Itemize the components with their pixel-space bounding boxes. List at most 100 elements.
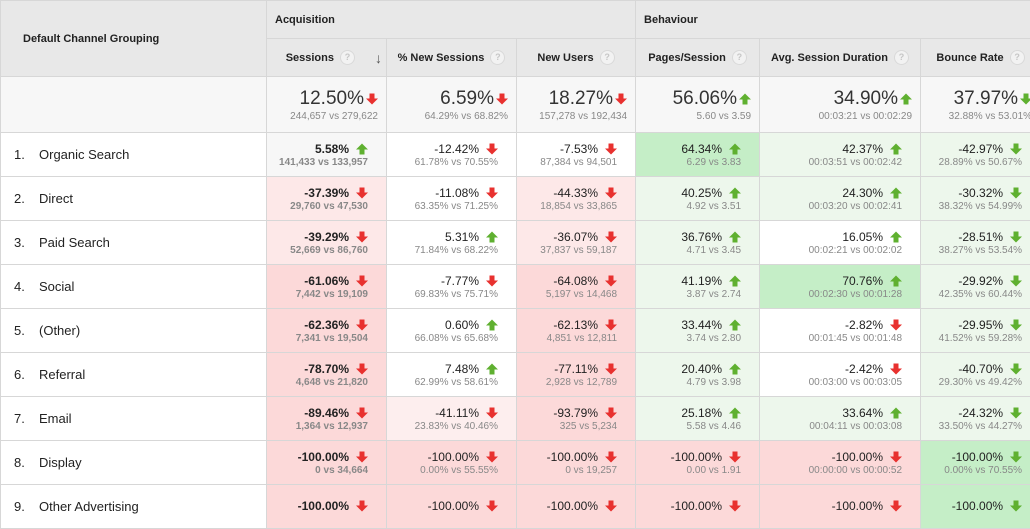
change-value: -29.95% [958,318,1003,332]
row-index: 9. [14,499,39,514]
metric-header-bounce-rate[interactable]: Bounce Rate ? [921,39,1030,77]
total-comparison: 00:03:21 vs 00:02:29 [760,111,912,122]
comparison-value: 37,837 vs 59,187 [517,245,617,256]
change-value: -37.39% [304,186,349,200]
help-icon[interactable]: ? [340,50,355,65]
row-index: 1. [14,147,39,162]
channel-link[interactable]: Paid Search [39,235,110,250]
total-cell: 37.97% 32.88% vs 53.01% [921,77,1030,133]
change-value: 20.40% [681,362,722,376]
channel-cell: 6.Referral [1,353,267,397]
metric-cell: 5.58% 141,433 vs 133,957 [267,133,387,177]
change-value: -100.00% [952,499,1003,513]
row-index: 6. [14,367,39,382]
change-value: -62.36% [304,318,349,332]
totals-row: 12.50% 244,657 vs 279,622 6.59% 64.29% v… [1,77,1030,133]
row-index: 7. [14,411,39,426]
comparison-value: 6.29 vs 3.83 [636,157,741,168]
arrow-down-icon [605,187,617,199]
comparison-value: 7,341 vs 19,504 [267,333,368,344]
comparison-value: 4,851 vs 12,811 [517,333,617,344]
metric-cell: 36.76% 4.71 vs 3.45 [636,221,760,265]
comparison-value: 61.78% vs 70.55% [387,157,498,168]
channel-link[interactable]: Other Advertising [39,499,139,514]
total-value: 6.59% [440,88,494,110]
metric-cell: 0.60% 66.08% vs 65.68% [387,309,517,353]
total-cell: 34.90% 00:03:21 vs 00:02:29 [760,77,921,133]
metric-header-avg-session-duration[interactable]: Avg. Session Duration ? [760,39,921,77]
comparison-value: 0 vs 19,257 [517,465,617,476]
comparison-value: 1,364 vs 12,937 [267,421,368,432]
channel-cell: 7.Email [1,397,267,441]
metric-cell: -37.39% 29,760 vs 47,530 [267,177,387,221]
table-row: 6.Referral -78.70% 4,648 vs 21,820 7.48%… [1,353,1030,397]
change-value: -93.79% [553,406,598,420]
metric-label: % New Sessions [398,52,485,64]
sort-arrow-icon[interactable]: ↓ [375,50,382,66]
total-cell: 56.06% 5.60 vs 3.59 [636,77,760,133]
arrow-down-icon [890,363,902,375]
metric-header-new-users[interactable]: New Users ? [517,39,636,77]
arrow-down-icon [605,319,617,331]
comparison-value: 2,928 vs 12,789 [517,377,617,388]
channel-link[interactable]: Email [39,411,72,426]
arrow-down-icon [1010,319,1022,331]
arrow-down-icon [605,143,617,155]
metric-header-new-sessions[interactable]: % New Sessions ? [387,39,517,77]
help-icon[interactable]: ? [1010,50,1025,65]
arrow-down-icon [486,500,498,512]
metric-cell: -30.32% 38.32% vs 54.99% [921,177,1030,221]
change-value: -100.00% [832,499,883,513]
arrow-up-icon [729,143,741,155]
help-icon[interactable]: ? [732,50,747,65]
channel-link[interactable]: Referral [39,367,85,382]
arrow-down-icon [486,187,498,199]
comparison-value: 38.32% vs 54.99% [921,201,1022,212]
total-value: 34.90% [834,88,898,110]
change-value: -100.00% [952,450,1003,464]
arrow-down-icon [1010,407,1022,419]
arrow-down-icon [1010,231,1022,243]
metric-cell: -11.08% 63.35% vs 71.25% [387,177,517,221]
help-icon[interactable]: ? [600,50,615,65]
group-header-behaviour: Behaviour [636,1,1030,39]
metric-cell: -77.11% 2,928 vs 12,789 [517,353,636,397]
arrow-down-icon [356,319,368,331]
metric-header-sessions[interactable]: Sessions ?↓ [267,39,387,77]
channel-link[interactable]: Display [39,455,82,470]
table-row: 1.Organic Search 5.58% 141,433 vs 133,95… [1,133,1030,177]
table-row: 4.Social -61.06% 7,442 vs 19,109 -7.77% … [1,265,1030,309]
comparison-value: 4.79 vs 3.98 [636,377,741,388]
channel-cell: 9.Other Advertising [1,485,267,529]
metric-cell: -100.00% 0.00% vs 70.55% [921,441,1030,485]
metric-cell: -2.82% 00:01:45 vs 00:01:48 [760,309,921,353]
comparison-value: 62.99% vs 58.61% [387,377,498,388]
row-index: 8. [14,455,39,470]
arrow-up-icon [729,187,741,199]
comparison-value: 66.08% vs 65.68% [387,333,498,344]
arrow-down-icon [890,319,902,331]
comparison-value: 00:00:00 vs 00:00:52 [760,465,902,476]
dimension-header[interactable]: Default Channel Grouping [1,1,267,77]
arrow-up-icon [890,187,902,199]
total-comparison: 244,657 vs 279,622 [267,111,378,122]
change-value: 64.34% [681,142,722,156]
channel-link[interactable]: Organic Search [39,147,129,162]
total-comparison: 157,278 vs 192,434 [517,111,627,122]
channel-report-table: Default Channel Grouping Acquisition Beh… [0,0,1030,529]
help-icon[interactable]: ? [894,50,909,65]
metric-cell: -100.00% 0.00% vs 55.55% [387,441,517,485]
change-value: 7.48% [445,362,479,376]
row-index: 4. [14,279,39,294]
metric-header-pages-session[interactable]: Pages/Session ? [636,39,760,77]
arrow-down-icon [356,500,368,512]
change-value: -7.77% [441,274,479,288]
channel-link[interactable]: Social [39,279,74,294]
comparison-value: 3.87 vs 2.74 [636,289,741,300]
total-cell: 12.50% 244,657 vs 279,622 [267,77,387,133]
channel-link[interactable]: (Other) [39,323,80,338]
channel-link[interactable]: Direct [39,191,73,206]
channel-cell: 1.Organic Search [1,133,267,177]
help-icon[interactable]: ? [490,50,505,65]
metric-cell: 42.37% 00:03:51 vs 00:02:42 [760,133,921,177]
